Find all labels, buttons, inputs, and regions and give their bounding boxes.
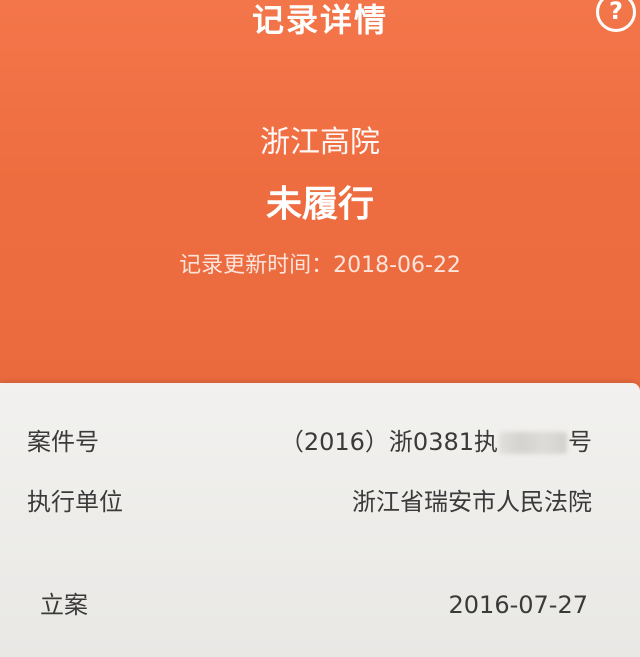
case-number-label: 案件号 xyxy=(27,428,99,456)
update-time-label: 记录更新时间： xyxy=(179,253,334,278)
status-text: 未履行 xyxy=(265,184,374,225)
executing-unit-value: 浙江省瑞安市人民法院 xyxy=(352,488,592,516)
court-name: 浙江高院 xyxy=(260,125,380,160)
update-time-value: 2018-06-22 xyxy=(333,253,461,278)
record-header: 记录详情 ? 浙江高院 未履行 记录更新时间：2018-06-22 xyxy=(0,0,640,400)
case-number-suffix: 号 xyxy=(568,428,592,456)
case-number-row: 案件号 （2016）浙0381执 号 xyxy=(0,420,640,464)
redaction-blur xyxy=(499,432,567,454)
filed-label: 立案 xyxy=(40,591,88,619)
case-number-value: （2016）浙0381执 号 xyxy=(280,420,592,464)
page-title: 记录详情 xyxy=(251,1,388,39)
filed-row: 立案 2016-07-27 xyxy=(0,583,640,627)
filed-date-value: 2016-07-27 xyxy=(448,591,588,619)
update-time: 记录更新时间：2018-06-22 xyxy=(0,252,640,280)
executing-unit-label: 执行单位 xyxy=(27,488,123,516)
executing-unit-row: 执行单位 浙江省瑞安市人民法院 xyxy=(0,480,640,524)
case-number-prefix: （2016）浙0381执 xyxy=(279,428,498,456)
